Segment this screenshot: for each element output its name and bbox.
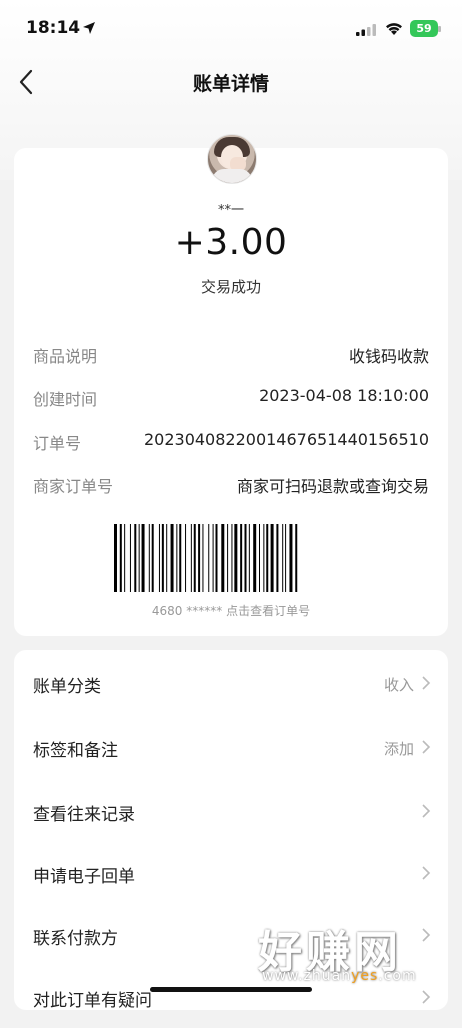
barcode-bar: [138, 524, 140, 592]
detail-value: 商家可扫码退款或查询交易: [236, 477, 429, 496]
barcode-bar: [266, 524, 269, 592]
detail-label: 订单号: [33, 434, 82, 453]
cellular-signal-icon: [356, 24, 376, 36]
page-title: 账单详情: [192, 73, 269, 95]
barcode-bar: [270, 524, 274, 592]
menu-item-label: 联系付款方: [33, 929, 118, 949]
menu-item-value: 添加: [383, 740, 414, 758]
detail-row-created-time: 创建时间 2023-04-08 18:10:00: [33, 386, 429, 409]
detail-value: 收钱码收款: [348, 347, 429, 366]
barcode-bar: [231, 524, 233, 592]
barcode-bar: [134, 524, 137, 592]
site-watermark: 好赚网 www.zhuanyes.com: [258, 916, 448, 992]
barcode-bar: [166, 524, 168, 592]
menu-item-label: 对此订单有疑问: [33, 991, 152, 1011]
barcode-bar: [240, 524, 243, 592]
barcode-bar: [198, 524, 201, 592]
status-bar: 18:14 59: [0, 0, 462, 58]
menu-item-transaction-history[interactable]: 查看往来记录: [14, 780, 448, 842]
barcode-bar: [193, 524, 196, 592]
barcode-bar: [289, 524, 293, 592]
barcode-bar: [208, 524, 210, 592]
barcode-bar: [215, 524, 218, 592]
menu-item-label: 账单分类: [33, 677, 101, 697]
barcode-bar: [114, 524, 117, 592]
watermark-url-part: .com: [378, 968, 417, 984]
barcode-bar: [148, 524, 150, 592]
barcode-bar: [244, 524, 247, 592]
location-arrow-icon: [83, 22, 95, 34]
detail-row-product: 商品说明 收钱码收款: [33, 343, 429, 366]
avatar-shirt: [212, 169, 252, 183]
chevron-right-icon: [422, 676, 431, 690]
barcode-bar: [221, 524, 225, 592]
menu-item-bill-category[interactable]: 账单分类 收入: [14, 652, 448, 714]
chevron-right-icon: [422, 740, 431, 754]
barcode-bar: [124, 524, 126, 592]
payer-name: **一: [217, 203, 244, 218]
barcode-bar: [185, 524, 187, 592]
menu-item-label: 查看往来记录: [33, 805, 135, 825]
chevron-right-icon: [422, 866, 431, 880]
barcode-bar: [158, 524, 160, 592]
menu-item-electronic-receipt[interactable]: 申请电子回单: [14, 842, 448, 904]
barcode-bar: [179, 524, 182, 592]
menu-item-value: 收入: [383, 676, 414, 694]
chevron-right-icon: [422, 804, 431, 818]
barcode-bar: [227, 524, 229, 592]
transaction-status: 交易成功: [200, 278, 261, 296]
bill-summary-card: **一 +3.00 交易成功 商品说明 收钱码收款 创建时间 2023-04-0…: [14, 134, 448, 636]
detail-value: 2023-04-08 18:10:00: [259, 386, 429, 405]
watermark-url: www.zhuanyes.com: [262, 968, 417, 984]
order-barcode[interactable]: [114, 524, 348, 592]
watermark-url-highlight: yes: [351, 968, 379, 984]
detail-value: 2023040822001467651440156510: [143, 430, 429, 449]
barcode-caption[interactable]: 4680 ****** 点击查看订单号: [14, 602, 448, 619]
battery-tip: [438, 26, 441, 32]
barcode-bar: [212, 524, 214, 592]
barcode-bar: [263, 524, 265, 592]
barcode-bar: [259, 524, 260, 592]
barcode-bar: [161, 524, 164, 592]
payer-avatar[interactable]: [207, 134, 257, 184]
detail-row-order-number: 订单号 2023040822001467651440156510: [33, 430, 429, 453]
menu-item-label: 标签和备注: [33, 741, 118, 761]
wifi-icon: [386, 23, 402, 35]
transaction-amount: +3.00: [174, 222, 288, 263]
barcode-bar: [141, 524, 145, 592]
navigation-bar: 账单详情: [0, 58, 462, 106]
home-indicator[interactable]: [150, 987, 312, 992]
barcode-bar: [295, 524, 298, 592]
barcode-bar: [282, 524, 284, 592]
barcode-bar: [190, 524, 192, 592]
barcode-bar: [276, 524, 279, 592]
barcode-bar: [202, 524, 204, 592]
battery-indicator: 59: [410, 20, 438, 37]
barcode-bar: [129, 524, 131, 592]
detail-label: 创建时间: [33, 390, 98, 409]
barcode-bar: [234, 524, 238, 592]
detail-label: 商家订单号: [33, 477, 114, 496]
barcode-bar: [170, 524, 174, 592]
barcode-bar: [119, 524, 122, 592]
barcode-bar: [248, 524, 250, 592]
detail-row-merchant-order: 商家订单号 商家可扫码退款或查询交易: [33, 473, 429, 496]
watermark-url-part: www.zhuan: [262, 968, 352, 984]
barcode-bar: [151, 524, 154, 592]
status-time: 18:14: [26, 18, 81, 38]
barcode-bar: [285, 524, 287, 592]
menu-item-label: 申请电子回单: [33, 867, 135, 887]
barcode-bar: [176, 524, 178, 592]
detail-label: 商品说明: [33, 347, 98, 366]
menu-item-tags-notes[interactable]: 标签和备注 添加: [14, 716, 448, 778]
barcode-bar: [253, 524, 257, 592]
